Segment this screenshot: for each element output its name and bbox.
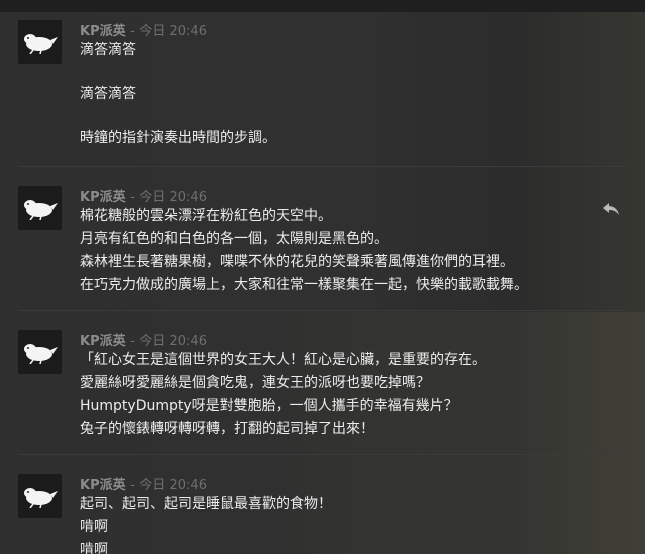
message-line: 啃啊 xyxy=(80,519,108,535)
message-divider xyxy=(18,310,628,311)
header-separator: - xyxy=(130,478,135,493)
author-name[interactable]: KP派英 xyxy=(80,24,126,39)
white-bird-icon xyxy=(24,488,58,508)
author-name[interactable]: KP派英 xyxy=(80,334,126,349)
white-bird-icon xyxy=(24,344,58,364)
white-bird-icon xyxy=(24,200,58,220)
message-line: 滴答滴答 xyxy=(80,86,136,102)
message-line: 月亮有紅色的和白色的各一個，太陽則是黑色的。 xyxy=(80,231,388,247)
message-line: 兔子的懷錶轉呀轉呀轉，打翻的起司掉了出來！ xyxy=(80,421,374,437)
message-header: KP派英 - 今日 20:46 xyxy=(80,20,207,39)
message-line: 時鐘的指針演奏出時間的步調。 xyxy=(80,130,276,146)
message-divider xyxy=(18,166,628,167)
header-separator: - xyxy=(130,24,135,39)
reply-arrow-icon xyxy=(603,203,619,215)
avatar[interactable] xyxy=(18,474,62,518)
message-line: 森林裡生長著糖果樹，喋喋不休的花兒的笑聲乘著風傳進你們的耳裡。 xyxy=(80,254,514,270)
avatar[interactable] xyxy=(18,186,62,230)
message-line: 在巧克力做成的廣場上，大家和往常一樣聚集在一起，快樂的載歌載舞。 xyxy=(80,277,528,293)
chat-panel: KP派英 - 今日 20:46 滴答滴答 滴答滴答 時鐘的指針演奏出時間的步調。… xyxy=(0,12,645,554)
avatar[interactable] xyxy=(18,330,62,374)
message-header: KP派英 - 今日 20:46 xyxy=(80,474,207,493)
message-line: 滴答滴答 xyxy=(80,42,136,58)
header-separator: - xyxy=(130,334,135,349)
message-line: 愛麗絲呀愛麗絲是個貪吃鬼，連女王的派呀也要吃掉嗎？ xyxy=(80,375,430,391)
header-separator: - xyxy=(130,190,135,205)
author-name[interactable]: KP派英 xyxy=(80,478,126,493)
message-line: HumptyDumpty呀是對雙胞胎，一個人攜手的幸福有幾片？ xyxy=(80,398,458,414)
author-name[interactable]: KP派英 xyxy=(80,190,126,205)
message-header: KP派英 - 今日 20:46 xyxy=(80,330,207,349)
white-bird-icon xyxy=(24,34,58,54)
message-header: KP派英 - 今日 20:46 xyxy=(80,186,207,205)
top-bar xyxy=(0,0,645,12)
message-line: 棉花糖般的雲朵漂浮在粉紅色的天空中。 xyxy=(80,208,332,224)
avatar[interactable] xyxy=(18,20,62,64)
timestamp: 今日 20:46 xyxy=(139,190,207,205)
reply-button[interactable] xyxy=(600,200,622,218)
message-line: 起司、起司、起司是睡鼠最喜歡的食物！ xyxy=(80,496,332,512)
timestamp: 今日 20:46 xyxy=(139,334,207,349)
timestamp: 今日 20:46 xyxy=(139,24,207,39)
timestamp: 今日 20:46 xyxy=(139,478,207,493)
message-line: 「紅心女王是這個世界的女王大人！紅心是心臟，是重要的存在。 xyxy=(80,352,486,368)
message-divider xyxy=(18,454,628,455)
message-line: 啃啊 xyxy=(80,542,108,554)
